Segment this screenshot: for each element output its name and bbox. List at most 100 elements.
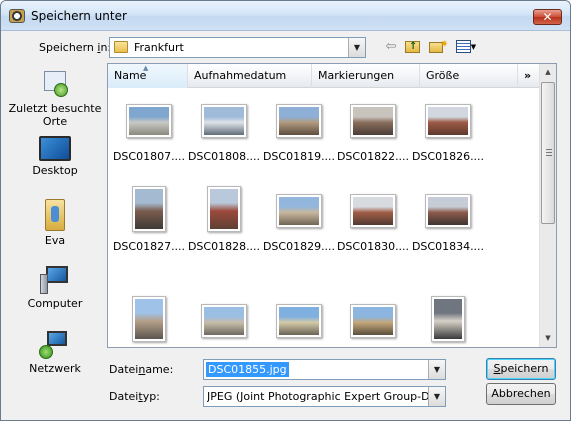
place-label: Eva xyxy=(44,234,66,247)
file-name: DSC01807.... xyxy=(112,150,186,163)
filetype-value: JPEG (Joint Photographic Expert Group-Da… xyxy=(207,390,429,403)
close-button[interactable]: ✕ xyxy=(533,9,562,25)
more-columns-button[interactable]: » xyxy=(518,64,540,88)
image-thumbnail xyxy=(276,104,322,138)
app-camera-icon xyxy=(9,9,25,23)
filename-label-part: ame: xyxy=(145,363,174,376)
sort-ascending-icon: ▲ xyxy=(143,64,149,72)
file-tile[interactable]: DSC01829.... xyxy=(262,186,336,276)
image-thumbnail xyxy=(276,304,322,338)
window-title: Speichern unter xyxy=(31,9,127,23)
scroll-up-icon[interactable]: ▲ xyxy=(540,64,556,81)
column-tags-label: Markierungen xyxy=(318,69,395,82)
image-thumbnail xyxy=(350,104,396,138)
image-thumbnail xyxy=(207,186,241,232)
place-user[interactable]: Eva xyxy=(7,199,103,247)
place-desktop[interactable]: Desktop xyxy=(7,136,103,177)
file-tile[interactable]: DSC01855 - ... xyxy=(411,296,485,347)
close-icon: ✕ xyxy=(542,10,553,24)
user-folder-icon xyxy=(45,199,65,231)
column-size[interactable]: Größe xyxy=(420,64,518,88)
file-name: DSC01828.... xyxy=(187,240,261,253)
folder-icon xyxy=(114,41,128,53)
file-name: DSC01826.... xyxy=(411,150,485,163)
save-in-label: Speichern in: xyxy=(39,41,111,54)
file-tile[interactable]: DSC01826.... xyxy=(411,96,485,186)
image-thumbnail xyxy=(425,194,471,228)
title-bar[interactable]: Speichern unter ✕ xyxy=(1,1,570,31)
file-list[interactable]: ▲ Name Aufnahmedatum Markierungen Größe »… xyxy=(107,63,557,348)
file-name: DSC01822.... xyxy=(336,150,410,163)
recent-places-icon xyxy=(40,69,70,99)
file-tile[interactable]: DSC01851.... xyxy=(262,296,336,347)
vertical-scrollbar[interactable]: ▲ ▼ xyxy=(539,64,556,347)
place-label: Computer xyxy=(27,297,83,310)
column-date-label: Aufnahmedatum xyxy=(194,69,287,82)
new-folder-icon[interactable]: ✷ xyxy=(429,39,448,55)
cancel-button[interactable]: Abbrechen xyxy=(486,383,556,405)
image-thumbnail xyxy=(132,186,166,232)
file-tile[interactable]: DSC01822.... xyxy=(336,96,410,186)
save-in-dropdown[interactable]: Frankfurt ▼ xyxy=(109,37,366,58)
file-tile[interactable]: DSC01850.... xyxy=(187,296,261,347)
file-name: DSC01834.... xyxy=(411,240,485,253)
scroll-down-icon[interactable]: ▼ xyxy=(540,330,556,347)
column-name-label: Name xyxy=(114,69,147,82)
back-arrow-icon[interactable]: ⇦ xyxy=(384,39,398,55)
save-in-label-part: Speichern xyxy=(39,41,98,54)
filetype-dropdown[interactable]: JPEG (Joint Photographic Expert Group-Da… xyxy=(203,386,446,407)
save-button-label: peichern xyxy=(500,362,549,375)
image-thumbnail xyxy=(350,304,396,338)
place-label: Netzwerk xyxy=(29,362,81,375)
file-name: DSC01808.... xyxy=(187,150,261,163)
network-icon xyxy=(39,331,71,359)
image-thumbnail xyxy=(201,104,247,138)
filename-label: Dateiname: xyxy=(109,363,173,376)
image-thumbnail xyxy=(132,296,166,342)
chevron-down-icon[interactable]: ▼ xyxy=(348,38,365,57)
file-tile[interactable]: DSC01834.... xyxy=(411,186,485,276)
file-tile[interactable]: DSC01827.... xyxy=(112,186,186,276)
column-date[interactable]: Aufnahmedatum xyxy=(188,64,312,88)
chevron-down-icon[interactable]: ▼ xyxy=(428,360,445,379)
column-name[interactable]: ▲ Name xyxy=(108,64,188,88)
file-tile[interactable]: DSC01830.... xyxy=(336,186,410,276)
up-folder-icon[interactable] xyxy=(405,39,421,55)
image-thumbnail xyxy=(425,104,471,138)
file-tile[interactable]: DSC01807.... xyxy=(112,96,186,186)
filetype-label-part: Datei xyxy=(109,390,139,403)
filename-value: DSC01855.jpg xyxy=(206,362,289,377)
image-thumbnail xyxy=(276,194,322,228)
save-in-value: Frankfurt xyxy=(134,41,184,54)
column-size-label: Größe xyxy=(426,69,460,82)
computer-icon xyxy=(40,266,70,294)
cancel-button-label: Abbrechen xyxy=(491,387,551,400)
save-as-dialog: Speichern unter ✕ Speichern in: Frankfur… xyxy=(0,0,571,421)
place-computer[interactable]: Computer xyxy=(7,266,103,310)
file-tile[interactable]: DSC01808.... xyxy=(187,96,261,186)
file-name: DSC01830.... xyxy=(336,240,410,253)
column-tags[interactable]: Markierungen xyxy=(312,64,420,88)
filename-label-part: Datei xyxy=(109,363,139,376)
place-recent[interactable]: Zuletzt besuchte Orte xyxy=(7,69,103,128)
places-bar: Zuletzt besuchte Orte Desktop Eva Comput… xyxy=(7,63,103,413)
scroll-thumb[interactable] xyxy=(541,82,555,224)
file-tile[interactable]: DSC01828.... xyxy=(187,186,261,276)
image-thumbnail xyxy=(350,194,396,228)
filetype-label-part: yp: xyxy=(142,390,160,403)
file-name: DSC01827.... xyxy=(112,240,186,253)
views-menu-icon[interactable]: ▼ xyxy=(453,39,479,55)
file-tile[interactable]: DSC01819.... xyxy=(262,96,336,186)
chevron-down-icon[interactable]: ▼ xyxy=(428,387,445,406)
filetype-label: Dateityp: xyxy=(109,390,160,403)
image-thumbnail xyxy=(126,104,172,138)
place-label: Desktop xyxy=(32,164,78,177)
place-network[interactable]: Netzwerk xyxy=(7,331,103,375)
file-tile[interactable]: DSC01852.... xyxy=(336,296,410,347)
file-tile[interactable]: DSC01842.... xyxy=(112,296,186,347)
filename-input[interactable]: DSC01855.jpg ▼ xyxy=(203,359,446,380)
image-thumbnail xyxy=(201,304,247,338)
image-thumbnail xyxy=(431,296,465,342)
column-header: ▲ Name Aufnahmedatum Markierungen Größe » xyxy=(108,64,540,88)
save-button[interactable]: Speichern xyxy=(486,358,556,380)
